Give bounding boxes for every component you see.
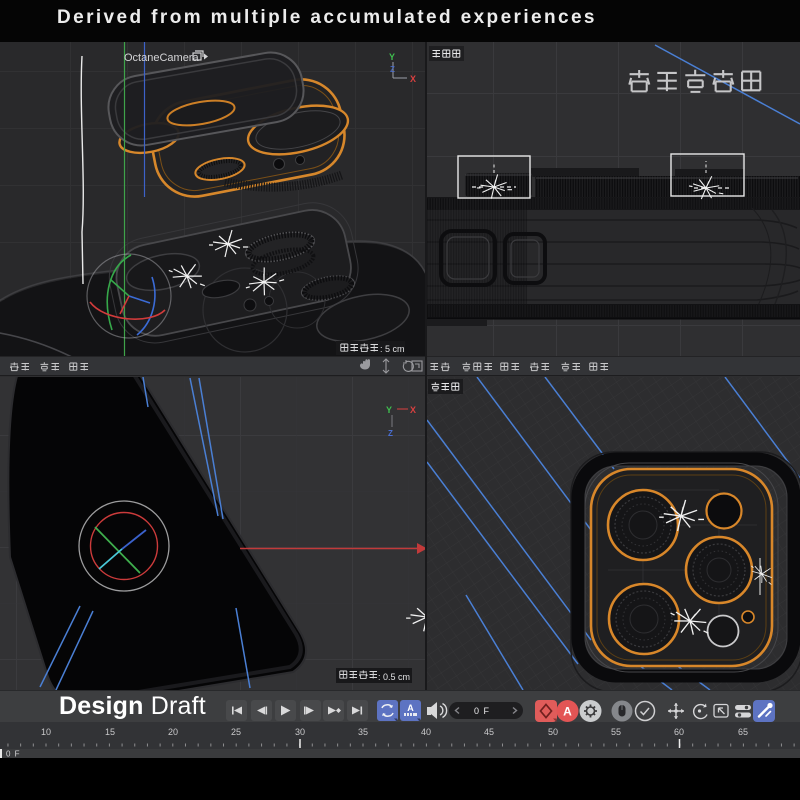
- svg-text:X: X: [410, 405, 416, 415]
- svg-text:: 5 cm: : 5 cm: [380, 344, 405, 354]
- svg-text:0 F: 0 F: [474, 706, 490, 716]
- svg-text:: 0.5 cm: : 0.5 cm: [378, 672, 410, 682]
- svg-text:Z: Z: [390, 65, 395, 74]
- svg-text:A: A: [407, 703, 414, 713]
- svg-text:OctaneCamera: OctaneCamera: [124, 52, 199, 64]
- svg-text:Z: Z: [388, 429, 393, 438]
- svg-text:Y: Y: [386, 405, 392, 415]
- svg-text:0 F: 0 F: [6, 750, 21, 759]
- svg-text:A: A: [563, 705, 572, 719]
- svg-text:Y: Y: [389, 52, 395, 62]
- svg-text:X: X: [410, 74, 416, 84]
